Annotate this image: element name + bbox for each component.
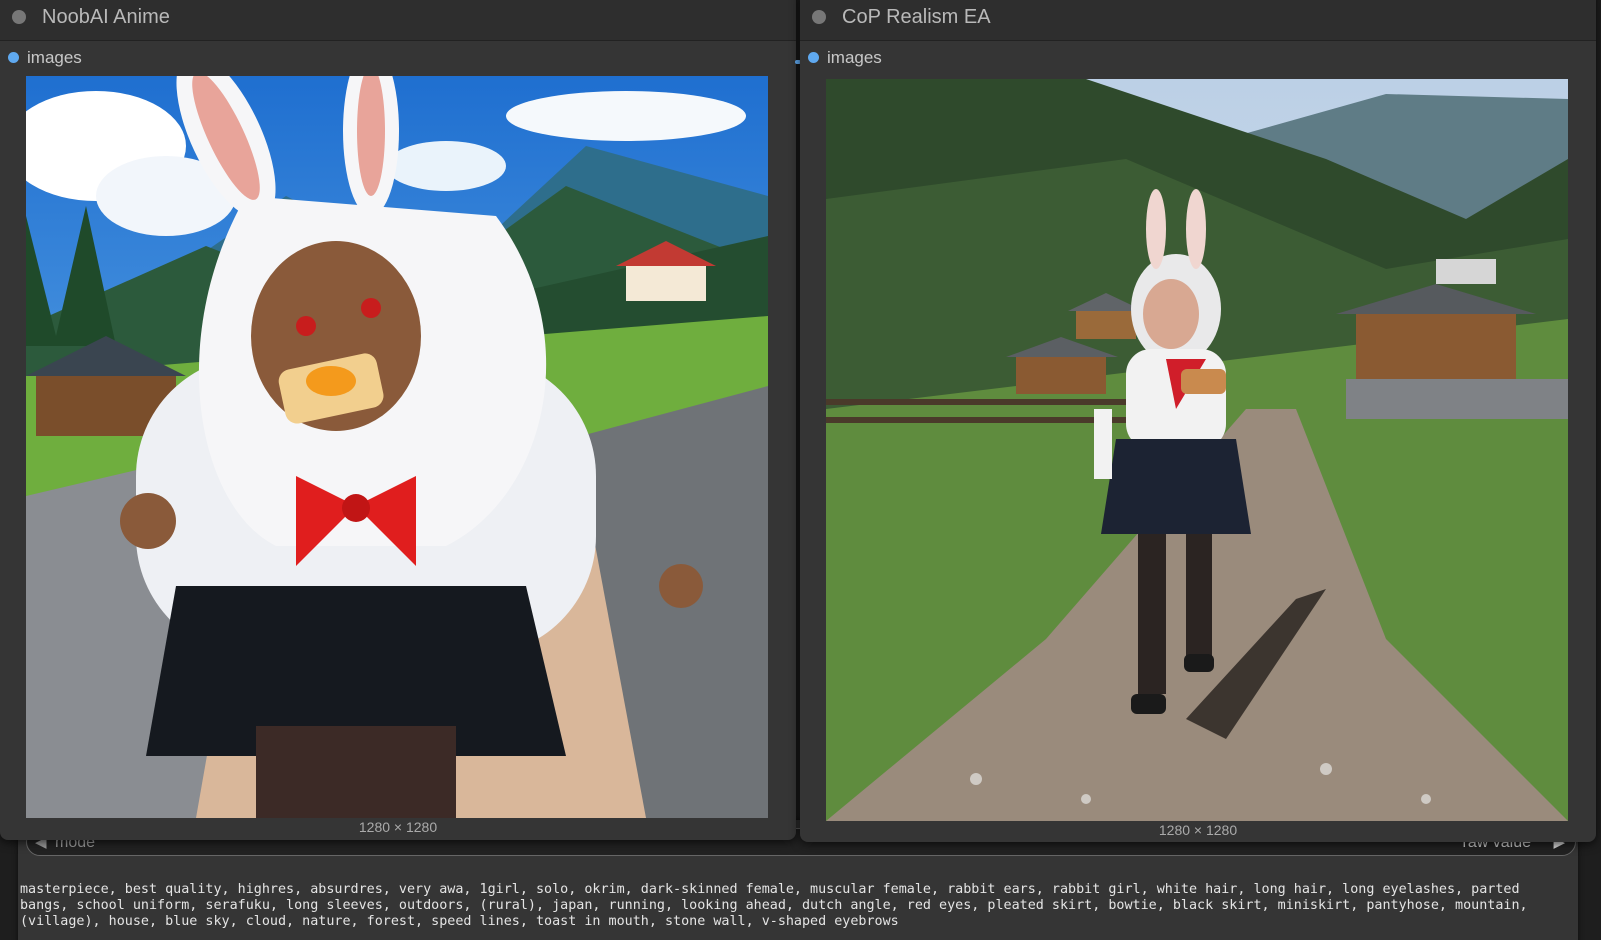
slot-dot-icon[interactable] (808, 52, 819, 63)
preview-node-realism[interactable]: CoP Realism EA images 1280 × 1280 (800, 0, 1596, 842)
node-title: NoobAI Anime (42, 6, 170, 28)
preview-node-anime[interactable]: NoobAI Anime images 1280 × 1280 (0, 0, 796, 840)
image-dimensions: 1280 × 1280 (358, 819, 438, 835)
node-header[interactable]: NoobAI Anime (0, 0, 796, 41)
preview-image-anime[interactable] (26, 76, 768, 818)
anime-image-svg (26, 76, 768, 818)
node-header[interactable]: CoP Realism EA (800, 0, 1596, 41)
collapse-dot-icon[interactable] (12, 10, 26, 24)
slot-dot-icon[interactable] (8, 52, 19, 63)
slot-label: images (27, 48, 82, 67)
realism-image-svg (826, 79, 1568, 821)
preview-image-realism[interactable] (826, 79, 1568, 821)
image-dimensions: 1280 × 1280 (1158, 822, 1238, 838)
graph-canvas[interactable]: ◀ mode raw value ▶ masterpiece, best qua… (0, 0, 1601, 940)
slot-label: images (827, 48, 882, 67)
prompt-textarea[interactable]: masterpiece, best quality, highres, absu… (20, 882, 1560, 930)
collapse-dot-icon[interactable] (812, 10, 826, 24)
node-title: CoP Realism EA (842, 6, 991, 28)
